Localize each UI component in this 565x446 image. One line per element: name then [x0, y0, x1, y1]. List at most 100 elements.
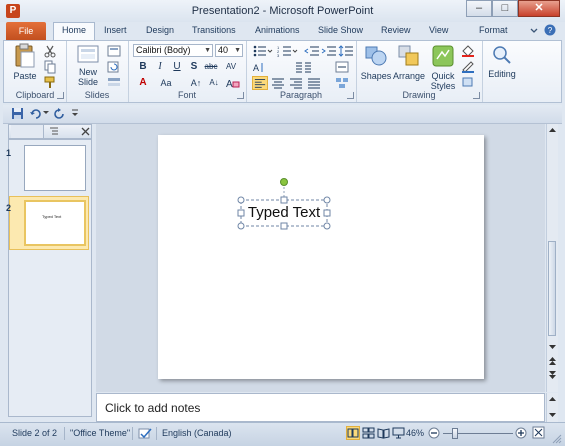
help-icon[interactable]: ? [544, 24, 556, 36]
scroll-thumb[interactable] [548, 241, 556, 336]
notes-scroll-down-icon[interactable] [548, 412, 557, 419]
shape-fill-icon[interactable] [460, 44, 476, 58]
text-direction-icon[interactable]: A [252, 60, 274, 74]
normal-view-button[interactable] [346, 426, 360, 440]
tab-transitions[interactable]: Transitions [192, 25, 236, 35]
tab-format[interactable]: Format [479, 25, 508, 35]
notes-pane[interactable]: Click to add notes [96, 393, 545, 422]
fit-to-window-icon[interactable] [532, 426, 545, 439]
paste-button[interactable]: Paste [10, 43, 40, 81]
svg-text:A: A [253, 63, 259, 73]
tab-file[interactable]: File [6, 22, 46, 40]
new-slide-button[interactable]: New Slide [72, 43, 104, 87]
tab-design[interactable]: Design [146, 25, 174, 35]
align-center-icon[interactable] [270, 76, 286, 90]
slide-sorter-icon[interactable] [362, 427, 375, 439]
reset-icon[interactable] [106, 60, 122, 74]
close-pane-icon[interactable] [81, 127, 90, 136]
justify-icon[interactable] [306, 76, 322, 90]
slide-thumbnail-1[interactable] [24, 145, 86, 191]
font-name-combo[interactable]: Calibri (Body) ▼ [133, 44, 213, 57]
drawing-dialog-launcher[interactable] [473, 92, 480, 99]
clear-formatting-icon[interactable]: A [224, 76, 240, 90]
section-icon[interactable] [106, 75, 122, 89]
character-spacing-button[interactable]: AV [223, 60, 239, 74]
outline-tab-icon[interactable] [49, 127, 59, 136]
close-button[interactable]: ✕ [518, 0, 560, 17]
spelling-check-icon[interactable] [138, 427, 152, 440]
paragraph-dialog-launcher[interactable] [347, 92, 354, 99]
line-spacing-icon[interactable] [338, 44, 354, 58]
decrease-indent-icon[interactable] [304, 44, 320, 58]
align-left-icon[interactable] [252, 76, 268, 90]
slides-pane-header [8, 124, 92, 139]
minimize-ribbon-icon[interactable] [528, 24, 540, 36]
tab-slide-show[interactable]: Slide Show [318, 25, 363, 35]
tab-insert[interactable]: Insert [104, 25, 127, 35]
tab-review[interactable]: Review [381, 25, 411, 35]
cut-icon[interactable] [42, 44, 58, 58]
zoom-level[interactable]: 46% [406, 428, 424, 438]
tab-animations[interactable]: Animations [255, 25, 300, 35]
save-icon[interactable] [11, 107, 24, 120]
font-size-combo[interactable]: 40 ▼ [215, 44, 243, 57]
notes-scrollbar[interactable] [546, 393, 558, 422]
undo-dropdown-icon[interactable] [43, 110, 49, 116]
vertical-scrollbar[interactable] [546, 124, 558, 392]
clipboard-dialog-launcher[interactable] [57, 92, 64, 99]
notes-scroll-up-icon[interactable] [548, 396, 557, 403]
font-dialog-launcher[interactable] [237, 92, 244, 99]
customize-toolbar-icon[interactable] [71, 109, 79, 118]
format-painter-icon[interactable] [42, 75, 58, 89]
maximize-button[interactable]: □ [492, 0, 518, 17]
next-slide-icon[interactable] [548, 370, 557, 380]
font-color-button[interactable]: A [135, 76, 151, 90]
tab-view[interactable]: View [429, 25, 448, 35]
arrange-label: Arrange [392, 71, 426, 81]
bold-button[interactable]: B [135, 60, 151, 74]
previous-slide-icon[interactable] [548, 356, 557, 366]
slide-text-box[interactable]: Typed Text [244, 204, 324, 221]
tab-home[interactable]: Home [53, 22, 96, 41]
reading-view-icon[interactable] [377, 427, 390, 439]
change-case-button[interactable]: Aa [158, 76, 174, 90]
convert-to-smartart-icon[interactable] [334, 76, 350, 90]
editing-button[interactable]: Editing [485, 43, 519, 79]
zoom-slider-thumb[interactable] [452, 428, 458, 439]
shapes-button[interactable]: Shapes [359, 43, 393, 81]
copy-icon[interactable] [42, 60, 58, 74]
resize-grip-icon[interactable] [552, 434, 562, 444]
shape-outline-icon[interactable] [460, 60, 476, 74]
bullets-icon[interactable] [252, 44, 274, 58]
align-text-icon[interactable] [334, 60, 350, 74]
slide-canvas[interactable]: Typed Text [158, 135, 484, 379]
slides-tab[interactable] [11, 125, 44, 138]
quick-access-toolbar [3, 105, 562, 124]
zoom-in-icon[interactable] [515, 427, 527, 439]
align-right-icon[interactable] [288, 76, 304, 90]
drawing-group-label: Drawing [402, 90, 436, 100]
underline-button[interactable]: U [169, 60, 185, 74]
quick-styles-button[interactable]: Quick Styles [426, 43, 460, 91]
layout-icon[interactable] [106, 44, 122, 58]
strikethrough-button[interactable]: abc [203, 60, 219, 74]
scroll-up-icon[interactable] [548, 127, 557, 134]
arrange-button[interactable]: Arrange [392, 43, 426, 81]
zoom-out-icon[interactable] [428, 427, 440, 439]
slide-show-icon[interactable] [392, 427, 405, 439]
shrink-font-button[interactable]: A↓ [206, 76, 222, 90]
scroll-down-icon[interactable] [548, 344, 557, 351]
minimize-button[interactable]: – [466, 0, 492, 17]
language[interactable]: English (Canada) [162, 428, 232, 438]
new-slide-label-line2: Slide [77, 77, 98, 87]
increase-indent-icon[interactable] [321, 44, 337, 58]
numbering-icon[interactable]: 123 [277, 44, 299, 58]
italic-button[interactable]: I [152, 60, 168, 74]
columns-icon[interactable] [294, 60, 316, 74]
shadow-button[interactable]: S [186, 60, 202, 74]
repeat-icon[interactable] [53, 107, 66, 120]
slide-thumbnail-2[interactable]: Typed Text [24, 200, 86, 246]
grow-font-button[interactable]: A↑ [188, 76, 204, 90]
undo-icon[interactable] [29, 107, 42, 120]
shape-effects-icon[interactable] [460, 75, 476, 89]
